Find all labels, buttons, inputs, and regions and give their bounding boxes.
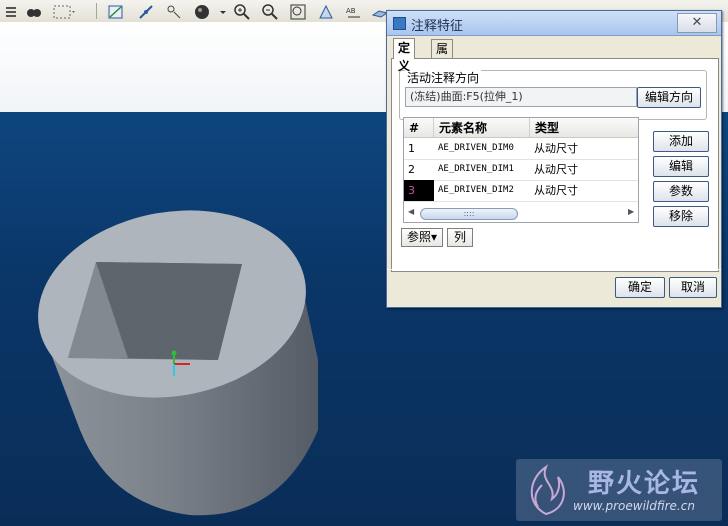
edit-direction-button[interactable]: 编辑方向 (637, 87, 701, 108)
row-number: 1 (408, 142, 415, 155)
annotation-feature-dialog: 注释特征 ✕ 定义 属性 活动注释方向 (冻结)曲面:F5(拉伸_1) 编辑方向… (386, 10, 722, 308)
edit-button[interactable]: 编辑 (653, 156, 709, 177)
watermark-title: 野火论坛 (588, 469, 701, 499)
remove-button[interactable]: 移除 (653, 206, 709, 227)
cancel-button[interactable]: 取消 (669, 277, 717, 298)
table-row[interactable]: 2 AE_DRIVEN_DIM1 从动尺寸 (404, 159, 638, 181)
dialog-icon (393, 17, 406, 30)
direction-group-label: 活动注释方向 (405, 69, 482, 86)
row-type: 从动尺寸 (534, 163, 578, 176)
row-type: 从动尺寸 (534, 142, 578, 155)
scroll-thumb[interactable]: :::: (420, 208, 518, 220)
direction-reference-field[interactable]: (冻结)曲面:F5(拉伸_1) (405, 87, 637, 107)
table-header-element-name[interactable]: 元素名称 (434, 118, 530, 138)
ok-button[interactable]: 确定 (615, 277, 665, 298)
close-button[interactable]: ✕ (677, 13, 717, 33)
flame-logo-icon (530, 464, 565, 516)
watermark-url: www.proewildfire.cn (573, 499, 695, 513)
references-menu-button[interactable]: 参照▾ (401, 228, 443, 247)
row-element-name: AE_DRIVEN_DIM2 (438, 185, 514, 195)
add-button[interactable]: 添加 (653, 131, 709, 152)
tab-definition[interactable]: 定义 (393, 38, 416, 73)
scroll-left-icon[interactable]: ◀ (408, 207, 414, 216)
references-menu-label: 参照 (406, 230, 431, 244)
row-element-name: AE_DRIVEN_DIM0 (438, 143, 514, 153)
row-number: 2 (408, 163, 415, 176)
row-number: 3 (404, 180, 434, 201)
dialog-separator (387, 269, 721, 270)
dialog-title: 注释特征 (411, 19, 464, 34)
chevron-down-icon: ▾ (430, 230, 438, 244)
row-type: 从动尺寸 (534, 184, 578, 197)
columns-button[interactable]: 列 (447, 228, 473, 247)
parameters-button[interactable]: 参数 (653, 181, 709, 202)
table-row[interactable]: 3 AE_DRIVEN_DIM2 从动尺寸 (404, 180, 638, 202)
element-table: # 元素名称 类型 1 AE_DRIVEN_DIM0 从动尺寸 2 AE_DRI… (403, 117, 639, 223)
table-row[interactable]: 1 AE_DRIVEN_DIM0 从动尺寸 (404, 138, 638, 160)
table-horizontal-scrollbar[interactable]: ◀ :::: ▶ (406, 207, 636, 220)
table-header-number[interactable]: # (404, 118, 434, 138)
row-element-name: AE_DRIVEN_DIM1 (438, 164, 514, 174)
tab-properties[interactable]: 属性 (431, 39, 454, 74)
table-header-type[interactable]: 类型 (530, 118, 638, 138)
dialog-titlebar[interactable]: 注释特征 ✕ (387, 11, 721, 36)
scroll-right-icon[interactable]: ▶ (628, 207, 634, 216)
